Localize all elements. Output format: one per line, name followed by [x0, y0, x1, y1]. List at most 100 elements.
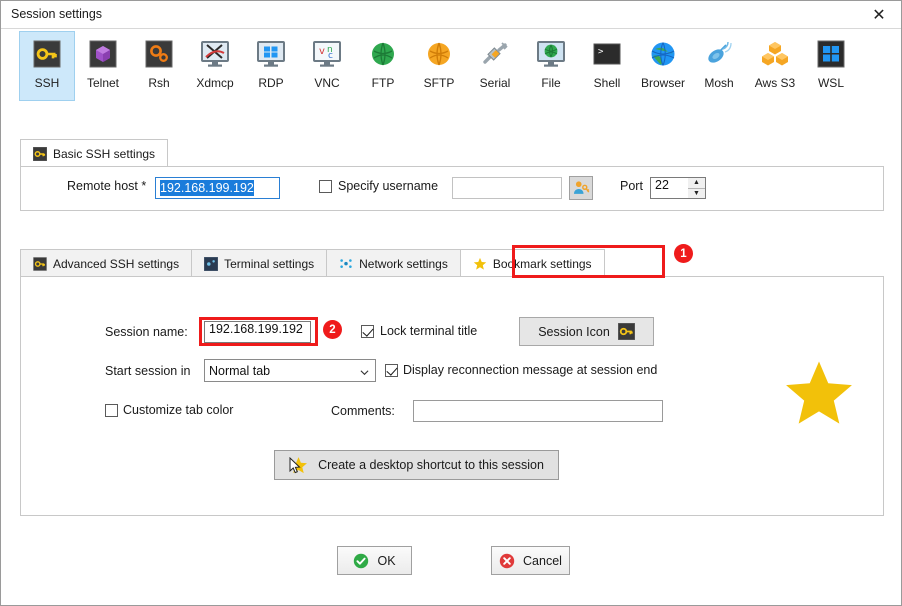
session-icon-button-label: Session Icon	[538, 324, 610, 339]
protocol-browser[interactable]: Browser	[635, 31, 691, 101]
close-icon[interactable]: ✕	[857, 1, 901, 28]
ftp-globe-icon	[369, 40, 397, 68]
display-reconnection-label: Display reconnection message at session …	[403, 363, 658, 377]
lock-terminal-title-label: Lock terminal title	[380, 324, 478, 338]
protocol-label: Shell	[593, 76, 621, 90]
specify-username-label: Specify username	[338, 179, 439, 193]
protocol-label: Xdmcp	[196, 76, 234, 90]
title-bar: Session settings ✕	[1, 1, 901, 29]
cancel-button[interactable]: Cancel	[491, 546, 570, 575]
customize-tab-color-checkbox[interactable]: Customize tab color	[105, 403, 233, 417]
session-icon-button[interactable]: Session Icon	[519, 317, 654, 346]
serial-plug-icon	[481, 40, 509, 68]
display-reconnection-checkbox-box[interactable]	[385, 363, 398, 377]
protocol-label: Rsh	[148, 76, 170, 90]
cancel-button-label: Cancel	[523, 553, 562, 568]
port-spinner-down[interactable]: ▼	[688, 189, 705, 199]
customize-tab-color-checkbox-box[interactable]	[105, 403, 118, 417]
terminal-icon	[203, 256, 219, 271]
protocol-file[interactable]: File	[523, 31, 579, 101]
start-session-in-label: Start session in	[105, 364, 191, 378]
tab-advanced-ssh-settings[interactable]: Advanced SSH settings	[20, 249, 193, 277]
svg-text:>: >	[598, 47, 604, 57]
port-input[interactable]: 22	[650, 177, 688, 199]
ok-button[interactable]: OK	[337, 546, 412, 575]
tab-terminal-settings[interactable]: Terminal settings	[191, 249, 328, 277]
session-settings-dialog: Session settings ✕ SSH Telnet Rsh Xdmcp	[0, 0, 902, 606]
tab-label: Bookmark settings	[492, 256, 592, 271]
tab-network-settings[interactable]: Network settings	[326, 249, 461, 277]
start-session-in-select[interactable]: Normal tab	[204, 359, 376, 382]
protocol-label: SSH	[34, 76, 60, 90]
telnet-cube-icon	[89, 40, 117, 68]
remote-host-label: Remote host *	[67, 179, 147, 193]
mosh-satellite-icon	[705, 40, 733, 68]
protocol-telnet[interactable]: Telnet	[75, 31, 131, 101]
protocol-wsl[interactable]: WSL	[803, 31, 859, 101]
protocol-serial[interactable]: Serial	[467, 31, 523, 101]
protocol-shell[interactable]: > Shell	[579, 31, 635, 101]
session-name-input[interactable]: 192.168.199.192	[204, 321, 311, 343]
protocol-ftp[interactable]: FTP	[355, 31, 411, 101]
check-circle-icon	[353, 553, 369, 569]
basic-tabstrip: Basic SSH settings	[20, 138, 169, 167]
protocol-aws-s3[interactable]: Aws S3	[747, 31, 803, 101]
tab-label: Advanced SSH settings	[53, 256, 180, 271]
protocol-rdp[interactable]: RDP	[243, 31, 299, 101]
aws-s3-buckets-icon	[761, 40, 789, 68]
protocol-label: Serial	[479, 76, 511, 90]
vnc-monitor-icon: v n c	[313, 40, 341, 68]
ssh-key-icon	[33, 40, 61, 68]
protocol-sftp[interactable]: SFTP	[411, 31, 467, 101]
specify-username-checkbox[interactable]: Specify username	[319, 179, 438, 193]
protocol-label: FTP	[371, 76, 395, 90]
sftp-globe-icon	[425, 40, 453, 68]
wsl-windows-icon	[817, 40, 845, 68]
annotation-badge-1: 1	[674, 244, 693, 263]
tab-basic-ssh-settings[interactable]: Basic SSH settings	[20, 139, 169, 167]
comments-label: Comments:	[331, 404, 395, 418]
page-title: Session settings	[11, 7, 103, 21]
browser-globe-icon	[649, 40, 677, 68]
shell-console-icon: >	[593, 40, 621, 68]
protocol-toolbar: SSH Telnet Rsh Xdmcp RDP v n c VNC FTP S…	[1, 31, 902, 115]
start-session-in-value: Normal tab	[209, 363, 271, 378]
protocol-vnc[interactable]: v n c VNC	[299, 31, 355, 101]
username-input[interactable]	[452, 177, 562, 199]
star-icon	[473, 257, 487, 271]
protocol-rsh[interactable]: Rsh	[131, 31, 187, 101]
remote-host-input[interactable]: 192.168.199.192	[155, 177, 280, 199]
protocol-label: SFTP	[423, 76, 455, 90]
xdmcp-x-icon	[201, 40, 229, 68]
port-spinner[interactable]: ▲ ▼	[688, 177, 706, 199]
user-key-icon[interactable]	[569, 176, 593, 200]
settings-tabstrip: Advanced SSH settings Terminal settings …	[20, 248, 605, 277]
tab-bookmark-settings[interactable]: Bookmark settings	[459, 249, 605, 277]
create-desktop-shortcut-label: Create a desktop shortcut to this sessio…	[318, 458, 544, 472]
ssh-key-icon	[33, 256, 47, 271]
create-desktop-shortcut-button[interactable]: Create a desktop shortcut to this sessio…	[274, 450, 559, 480]
tab-label: Terminal settings	[224, 256, 315, 271]
protocol-label: Browser	[640, 76, 685, 90]
protocol-mosh[interactable]: Mosh	[691, 31, 747, 101]
network-dots-icon	[339, 257, 353, 271]
ok-button-label: OK	[377, 553, 396, 568]
rsh-gears-icon	[145, 40, 173, 68]
protocol-label: RDP	[258, 76, 284, 90]
remote-host-value: 192.168.199.192	[160, 180, 254, 196]
rdp-windows-icon	[257, 40, 285, 68]
display-reconnection-checkbox[interactable]: Display reconnection message at session …	[385, 363, 657, 377]
bookmark-settings-panel: Session name: 192.168.199.192 Lock termi…	[20, 276, 884, 516]
lock-terminal-title-checkbox-box[interactable]	[361, 324, 374, 338]
basic-ssh-settings-panel: Remote host * 192.168.199.192 Specify us…	[20, 166, 884, 211]
comments-input[interactable]	[413, 400, 663, 422]
protocol-xdmcp[interactable]: Xdmcp	[187, 31, 243, 101]
port-spinner-up[interactable]: ▲	[688, 178, 705, 189]
port-label: Port	[620, 179, 643, 193]
session-name-label: Session name:	[105, 325, 188, 339]
lock-terminal-title-checkbox[interactable]: Lock terminal title	[361, 324, 477, 338]
file-monitor-icon	[537, 40, 565, 68]
protocol-ssh[interactable]: SSH	[19, 31, 75, 101]
large-star-icon	[781, 357, 857, 434]
specify-username-checkbox-box[interactable]	[319, 179, 332, 193]
